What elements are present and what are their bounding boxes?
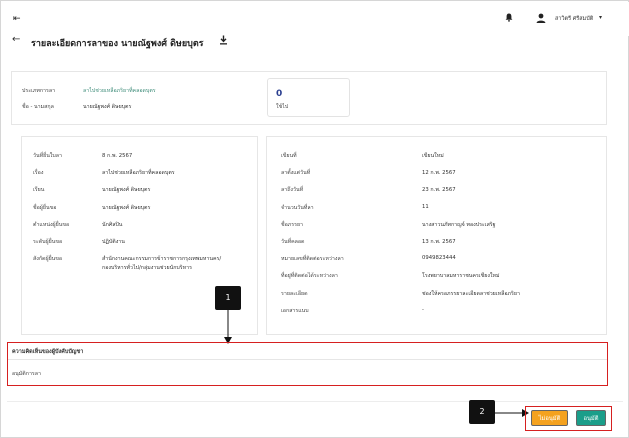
collapse-sidebar-icon[interactable]: ⇤ — [13, 14, 21, 24]
comment-heading: ความคิดเห็นของผู้บังคับบัญชา — [12, 349, 84, 355]
left-detail-label: วันที่ยื่นใบลา — [33, 153, 62, 159]
right-detail-label: หมายเลขที่ติดต่อระหว่างลา — [281, 256, 344, 263]
bell-icon[interactable] — [505, 13, 513, 24]
usage-count-unit: ใช้ไป — [276, 104, 289, 110]
comment-highlight — [7, 342, 608, 386]
right-detail-label: เขียนที่ — [281, 153, 297, 159]
left-detail-value: นักศิลปิน — [102, 221, 123, 228]
left-detail-value: นายณัฐพงศ์ ดิษยบุตร — [102, 187, 151, 194]
right-detail-label: วันที่คลอด — [281, 239, 305, 245]
left-detail-value: 8 ก.พ. 2567 — [102, 153, 133, 159]
app-frame: ⇤ สาวิตรี ศรีสมบัติ ▾ ← รายละเอียดการลาข… — [0, 0, 629, 438]
user-icon — [536, 13, 546, 23]
left-detail-value: ปฏิบัติงาน — [102, 239, 125, 245]
left-detail-value: ลาไปช่วยเหลือภริยาที่คลอดบุตร — [102, 170, 175, 177]
comment-divider — [8, 359, 607, 360]
usage-count-box: 0 ใช้ไป — [267, 78, 350, 117]
top-bar: ⇤ สาวิตรี ศรีสมบัติ ▾ — [2, 2, 629, 36]
left-detail-label: เรียน — [33, 187, 45, 194]
download-icon[interactable] — [219, 35, 228, 47]
comment-text[interactable]: อนุมัติการลา — [12, 370, 41, 378]
footer-divider — [7, 401, 623, 402]
right-detail-value: นางสาวนภัทกาญจ์ ทองประเสริฐ — [422, 221, 496, 228]
right-detail-label: รายละเอียด — [281, 290, 308, 297]
right-detail-value: โรงพยาบาลมหาราชนครเชียงใหม่ — [422, 273, 500, 280]
user-avatar[interactable] — [535, 12, 547, 24]
right-detail-value: - — [422, 306, 424, 313]
right-detail-label: ลาถึงวันที่ — [281, 187, 304, 194]
right-detail-label: เอกสารแนบ — [281, 307, 309, 314]
right-detail-label: ชื่อภรรยา — [281, 221, 304, 228]
left-detail-label: สังกัดผู้ยื่นขอ — [33, 256, 63, 263]
callout-1: 1 — [215, 286, 241, 310]
left-detail-label: เรื่อง — [33, 170, 44, 177]
back-arrow-icon[interactable]: ← — [12, 34, 20, 45]
leave-type-label: ประเภทการลา — [22, 88, 56, 94]
usage-count: 0 — [276, 89, 283, 99]
left-detail-value: นายณัฐพงศ์ ดิษยบุตร — [102, 204, 151, 211]
right-detail-value: 0949823444 — [422, 255, 456, 262]
name-label: ชื่อ - นามสกุล — [22, 104, 54, 110]
chevron-down-icon[interactable]: ▾ — [599, 14, 602, 21]
right-detail-value: เขียนใหม่ — [422, 153, 444, 159]
leave-type-value: ลาไปช่วยเหลือภริยาที่คลอดบุตร — [83, 88, 156, 94]
right-detail-value: 23 ก.พ. 2567 — [422, 187, 456, 194]
left-detail-label: ชื่อผู้ยื่นขอ — [33, 204, 57, 211]
right-detail-value: 13 ก.พ. 2567 — [422, 239, 456, 245]
user-name[interactable]: สาวิตรี ศรีสมบัติ — [555, 15, 593, 23]
right-detail-value: ช่องให้ครอภรรยาละเอียดลาช่วยเหลือภริยา — [422, 290, 520, 297]
page-title: รายละเอียดการลาของ นายณัฐพงศ์ ดิษยบุตร — [31, 39, 204, 49]
right-detail-label: ที่อยู่ที่ติดต่อได้ระหว่างลา — [281, 273, 338, 280]
approve-button[interactable]: อนุมัติ — [576, 410, 606, 426]
page-header: ← รายละเอียดการลาของ นายณัฐพงศ์ ดิษยบุตร — [12, 33, 312, 51]
callout-2: 2 — [469, 400, 495, 424]
right-detail-value: 11 — [422, 203, 429, 210]
left-detail-label: ระดับผู้ยื่นขอ — [33, 239, 63, 245]
left-detail-value-line2: กองบริหารทั่วไป/กลุ่มงานช่วยนักบริหาร — [102, 265, 192, 272]
left-detail-value: สำนักงานคณะกรรมการข้าราชการกรุงเทพมหานคร… — [102, 256, 222, 263]
right-detail-value: 12 ก.พ. 2567 — [422, 170, 456, 177]
right-detail-label: จำนวนวันที่ลา — [281, 204, 314, 211]
right-details-card — [266, 136, 607, 335]
right-detail-label: ลาตั้งแต่วันที่ — [281, 170, 311, 177]
left-detail-label: ตำแหน่งผู้ยื่นขอ — [33, 221, 70, 228]
reject-button[interactable]: ไม่อนุมัติ — [531, 410, 568, 426]
name-value: นายณัฐพงศ์ ดิษยบุตร — [83, 104, 132, 110]
